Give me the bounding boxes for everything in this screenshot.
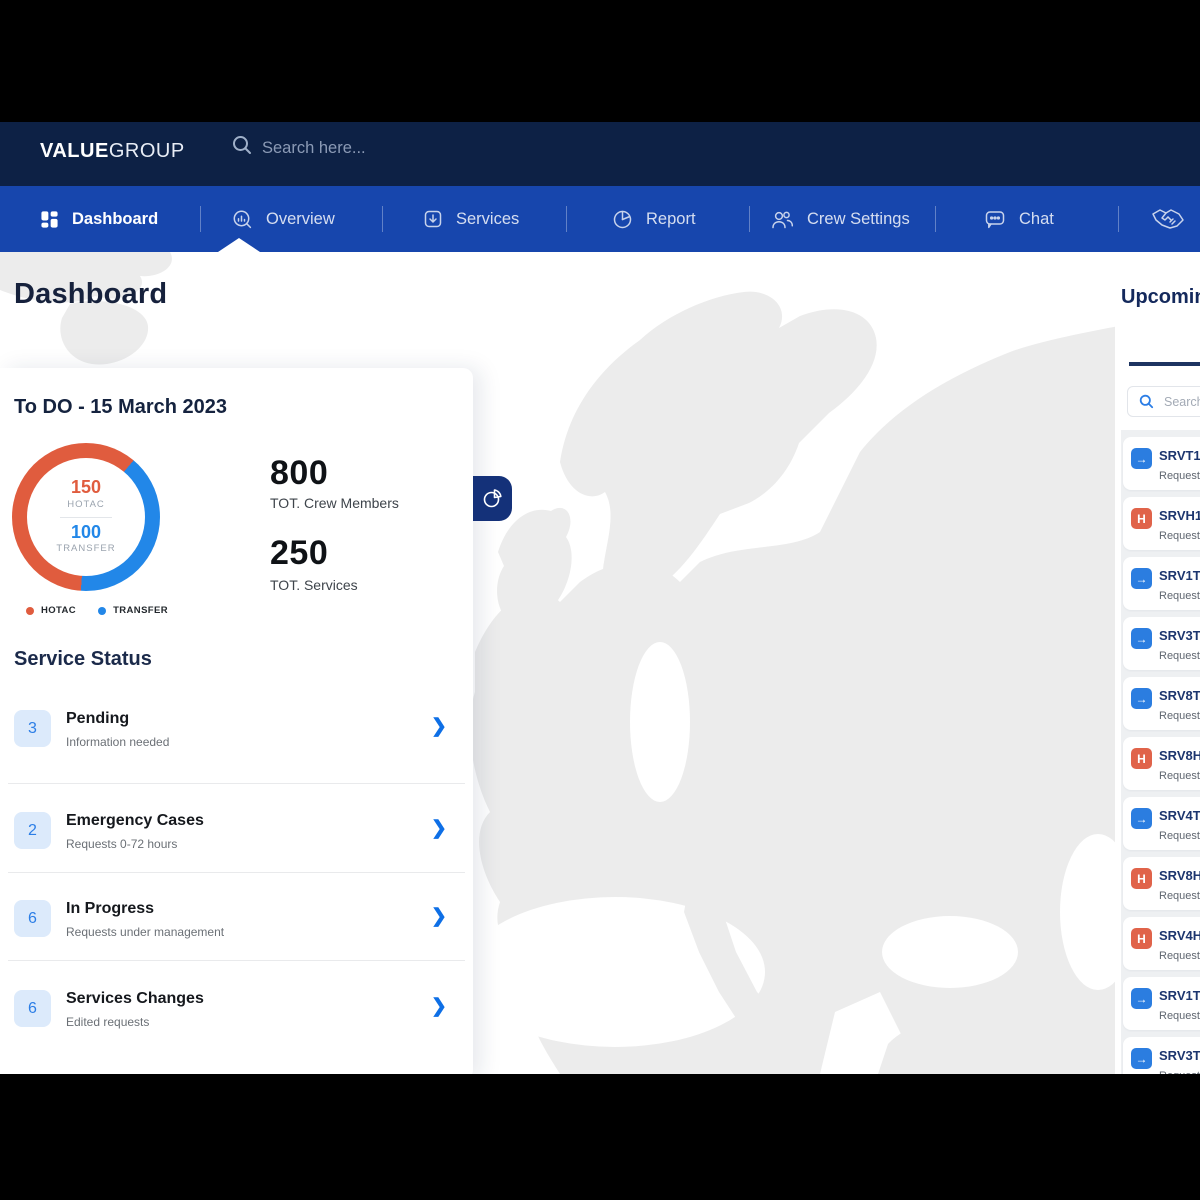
hotac-label: HOTAC (67, 498, 105, 511)
pie-chart-icon (612, 209, 633, 230)
nav-label: Services (456, 210, 519, 229)
page-title: Dashboard (14, 278, 167, 311)
header-search-input[interactable] (260, 130, 584, 166)
count-badge: 6 (14, 900, 51, 937)
transfer-arrow-icon: → (1131, 808, 1152, 829)
download-box-icon (423, 209, 443, 229)
upcoming-item[interactable]: → SRV4T Requested (1123, 797, 1200, 850)
nav-divider (749, 206, 750, 232)
brand-logo-light: GROUP (109, 140, 185, 162)
chevron-right-icon[interactable]: ❯ (431, 817, 447, 840)
pie-chart-icon (481, 487, 504, 510)
transfer-label: TRANSFER (56, 542, 115, 555)
upcoming-item[interactable]: H SRVH1 Requested (1123, 497, 1200, 550)
todo-card: To DO - 15 March 2023 150 HOTAC 100 TRAN… (0, 368, 473, 1080)
search-icon (1139, 394, 1154, 409)
nav-label: Report (646, 210, 696, 229)
legend-item-hotac: HOTAC (26, 605, 76, 616)
nav-divider (566, 206, 567, 232)
people-icon (770, 209, 794, 230)
nav-label: Dashboard (72, 210, 158, 229)
service-status-title: Service Status (14, 648, 152, 671)
chevron-right-icon[interactable]: ❯ (431, 995, 447, 1018)
legend-item-transfer: TRANSFER (98, 605, 168, 616)
stat-crew-label: TOT. Crew Members (270, 495, 399, 511)
hotac-h-icon: H (1131, 508, 1152, 529)
dashboard-grid-icon (40, 210, 59, 229)
divider (8, 872, 465, 873)
divider (8, 783, 465, 784)
nav-item-dashboard[interactable]: Dashboard (40, 186, 158, 252)
nav-item-chat[interactable]: Chat (984, 186, 1054, 252)
transfer-arrow-icon: → (1131, 1048, 1152, 1069)
transfer-arrow-icon: → (1131, 568, 1152, 589)
stat-services-value: 250 (270, 534, 328, 573)
nav-divider (200, 206, 201, 232)
nav-divider (935, 206, 936, 232)
hotac-h-icon: H (1131, 868, 1152, 889)
transfer-dot-icon (98, 607, 106, 615)
service-row-pending[interactable]: 3 Pending Information needed ❯ (0, 710, 473, 770)
count-badge: 2 (14, 812, 51, 849)
brand-logo: VALUEGROUP (40, 140, 185, 163)
nav-active-pointer (218, 238, 260, 252)
chevron-right-icon[interactable]: ❯ (431, 905, 447, 928)
chart-magnifier-icon (232, 209, 253, 230)
toggle-panel-button[interactable] (473, 476, 512, 521)
nav-item-report[interactable]: Report (612, 186, 696, 252)
transfer-arrow-icon: → (1131, 448, 1152, 469)
stat-crew-value: 800 (270, 454, 328, 493)
divider (8, 960, 465, 961)
search-icon (231, 134, 253, 156)
todo-card-title: To DO - 15 March 2023 (14, 396, 227, 419)
chat-bubble-icon (984, 209, 1006, 230)
letterbox-top (0, 0, 1200, 122)
upcoming-item[interactable]: → SRV8T Requested (1123, 677, 1200, 730)
nav-item-crew-settings[interactable]: Crew Settings (770, 186, 910, 252)
service-row-changes[interactable]: 6 Services Changes Edited requests ❯ (0, 990, 473, 1050)
nav-label: Chat (1019, 210, 1054, 229)
hotac-count: 150 (71, 478, 101, 498)
nav-item-partners[interactable] (1150, 186, 1200, 252)
upcoming-item[interactable]: → SRV3T Requested (1123, 617, 1200, 670)
donut-center: 150 HOTAC 100 TRANSFER (27, 458, 145, 576)
nav-divider (382, 206, 383, 232)
nav-label: Crew Settings (807, 210, 910, 229)
upcoming-item[interactable]: → SRV1T1 Requested (1123, 977, 1200, 1030)
upcoming-search-input[interactable] (1162, 394, 1200, 410)
nav-divider (1118, 206, 1119, 232)
divider (60, 517, 112, 518)
hotac-h-icon: H (1131, 748, 1152, 769)
letterbox-bottom (0, 1074, 1200, 1200)
service-row-in-progress[interactable]: 6 In Progress Requests under management … (0, 900, 473, 960)
upcoming-item[interactable]: → SRV1T1 Requested (1123, 557, 1200, 610)
stat-services-label: TOT. Services (270, 577, 358, 593)
transfer-arrow-icon: → (1131, 688, 1152, 709)
handshake-icon (1150, 206, 1188, 232)
chart-legend: HOTAC TRANSFER (26, 605, 168, 616)
upcoming-title-underline (1129, 362, 1200, 366)
transfer-arrow-icon: → (1131, 988, 1152, 1009)
main-nav: Dashboard Overview Services (0, 186, 1200, 252)
upcoming-item[interactable]: H SRV4H Requested (1123, 917, 1200, 970)
nav-item-services[interactable]: Services (423, 186, 519, 252)
service-row-emergency[interactable]: 2 Emergency Cases Requests 0-72 hours ❯ (0, 812, 473, 872)
upcoming-item[interactable]: → SRVT1 Requested (1123, 437, 1200, 490)
upcoming-search-box (1127, 386, 1200, 417)
upcoming-title: Upcoming (1121, 286, 1200, 309)
hotac-h-icon: H (1131, 928, 1152, 949)
count-badge: 3 (14, 710, 51, 747)
nav-label: Overview (266, 210, 335, 229)
hotac-dot-icon (26, 607, 34, 615)
chevron-right-icon[interactable]: ❯ (431, 715, 447, 738)
count-badge: 6 (14, 990, 51, 1027)
app-header: VALUEGROUP (0, 122, 1200, 186)
upcoming-item[interactable]: H SRV8H Requested (1123, 857, 1200, 910)
upcoming-item[interactable]: H SRV8H Requested (1123, 737, 1200, 790)
transfer-arrow-icon: → (1131, 628, 1152, 649)
transfer-count: 100 (71, 523, 101, 543)
brand-logo-bold: VALUE (40, 140, 109, 162)
